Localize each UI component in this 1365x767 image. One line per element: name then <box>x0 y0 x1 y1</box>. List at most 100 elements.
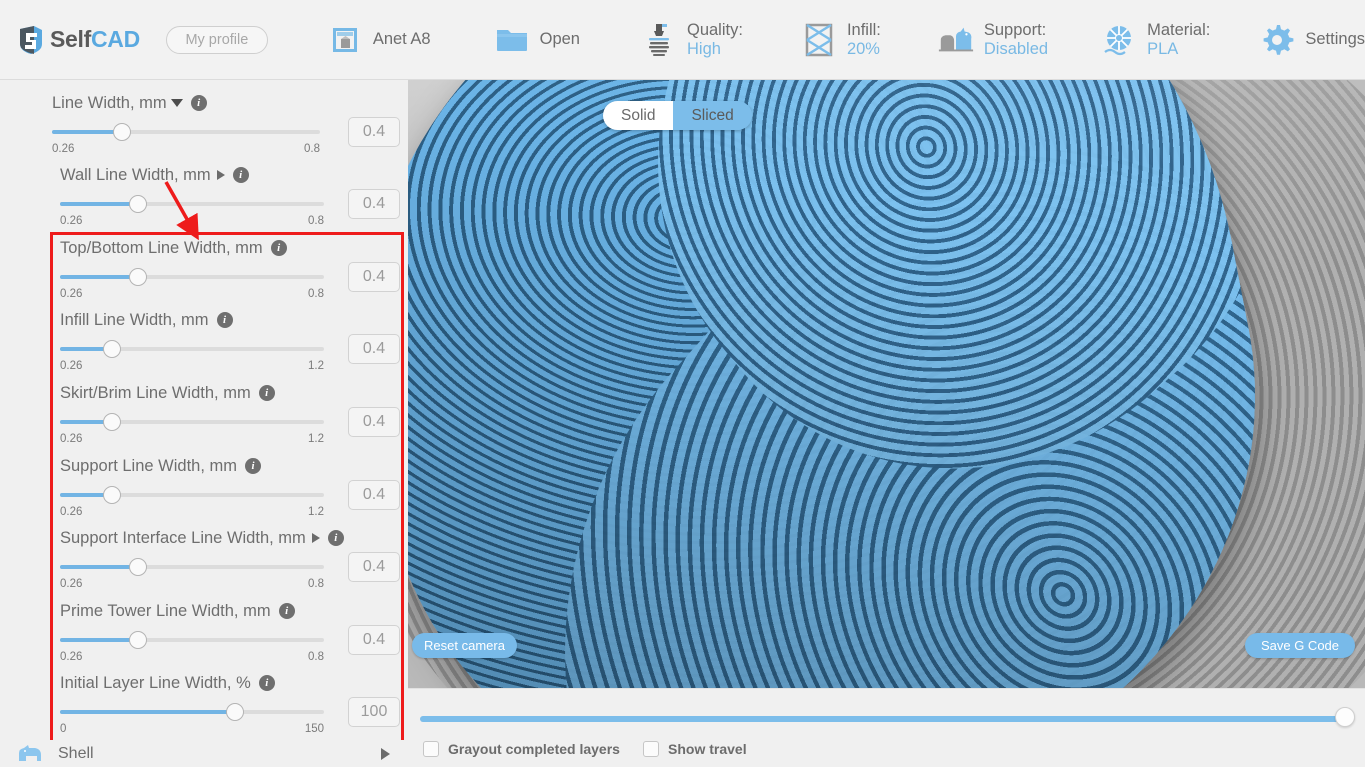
info-icon[interactable]: i <box>278 603 295 619</box>
info-icon[interactable]: i <box>270 240 287 256</box>
view-mode-solid[interactable]: Solid <box>603 101 674 130</box>
printer-selector[interactable]: Anet A8 <box>326 10 431 70</box>
view-mode-sliced[interactable]: Sliced <box>673 101 752 130</box>
slider-min-label: 0.26 <box>52 143 75 155</box>
info-icon[interactable]: i <box>232 167 249 183</box>
slider-handle[interactable] <box>129 631 147 649</box>
setting-value-input[interactable]: 0.4 <box>348 334 400 364</box>
my-profile-button[interactable]: My profile <box>165 25 268 54</box>
slider-handle[interactable] <box>103 486 121 504</box>
setting-top-bottom-line-width: Top/Bottom Line Width, mm i 0.26 0.8 0.4 <box>60 237 400 301</box>
slider-handle[interactable] <box>226 703 244 721</box>
sidebar-item-shell[interactable]: Shell <box>0 740 408 767</box>
infill-label: Infill: <box>846 21 881 40</box>
sliced-model[interactable] <box>408 80 1320 688</box>
slider-handle[interactable] <box>129 195 147 213</box>
open-label: Open <box>539 30 580 48</box>
shell-label: Shell <box>58 744 94 762</box>
setting-value-input[interactable]: 0.4 <box>348 189 400 219</box>
slider-handle[interactable] <box>103 340 121 358</box>
open-button[interactable]: Open <box>493 10 580 70</box>
settings-sidebar: Line Width, mm i 0.26 0.8 0.4 Wall Line … <box>0 80 408 767</box>
slider-max-label: 0.8 <box>304 143 320 155</box>
slider-min-label: 0.26 <box>60 651 83 663</box>
slider-fill <box>52 130 122 134</box>
chevron-right-icon[interactable] <box>216 170 225 180</box>
slider-min-label: 0.26 <box>60 215 83 227</box>
material-value: PLA <box>1147 39 1179 58</box>
slider-max-label: 0.8 <box>308 651 324 663</box>
setting-value-input[interactable]: 0.4 <box>348 625 400 655</box>
checkbox-box[interactable] <box>423 741 439 757</box>
setting-support-line-width: Support Line Width, mm i 0.26 1.2 0.4 <box>60 455 400 519</box>
checkbox-label: Grayout completed layers <box>448 741 620 757</box>
dog-icon <box>16 743 46 765</box>
layer-slider-fill <box>420 716 1345 722</box>
support-value: Disabled <box>983 39 1049 58</box>
slider-max-label: 0.8 <box>308 215 324 227</box>
slider-min-label: 0.26 <box>60 288 83 300</box>
slider-max-label: 0.8 <box>308 578 324 590</box>
slider-handle[interactable] <box>129 268 147 286</box>
bottom-bar: Grayout completed layers Show travel <box>408 688 1365 767</box>
slider-fill <box>60 202 138 206</box>
save-gcode-button[interactable]: Save G Code <box>1245 633 1355 658</box>
top-toolbar: SelfCAD My profile Anet A8 Open Quality:… <box>0 0 1365 80</box>
setting-prime-tower-line-width: Prime Tower Line Width, mm i 0.26 0.8 0.… <box>60 600 400 664</box>
slider-handle[interactable] <box>129 558 147 576</box>
setting-value-input[interactable]: 0.4 <box>348 552 400 582</box>
logo-text-self: Self <box>50 26 91 52</box>
3d-viewport[interactable] <box>408 80 1365 688</box>
slider-max-label: 150 <box>304 723 324 735</box>
slider-min-label: 0.26 <box>60 506 83 518</box>
quality-selector[interactable]: Quality: High <box>640 10 743 70</box>
support-selector[interactable]: Support: Disabled <box>937 10 1048 70</box>
slider-max-label: 1.2 <box>308 360 324 372</box>
setting-support-interface-line-width: Support Interface Line Width, mm i 0.26 … <box>60 527 400 591</box>
setting-value-input[interactable]: 0.4 <box>348 480 400 510</box>
info-icon[interactable]: i <box>327 530 344 546</box>
chevron-right-icon[interactable] <box>381 747 390 760</box>
view-mode-toggle: Solid Sliced <box>603 101 752 130</box>
material-icon <box>1100 21 1138 59</box>
setting-label: Line Width, mm <box>52 93 167 112</box>
grayout-completed-layers-checkbox[interactable]: Grayout completed layers <box>423 741 620 757</box>
logo-text-cad: CAD <box>90 26 140 52</box>
info-icon[interactable]: i <box>245 458 261 474</box>
setting-value-input[interactable]: 0.4 <box>348 407 400 437</box>
layer-slider[interactable] <box>420 707 1355 729</box>
settings-button[interactable]: Settings <box>1258 10 1365 70</box>
slider-fill <box>60 275 138 279</box>
app-logo[interactable]: SelfCAD <box>16 24 140 56</box>
reset-camera-button[interactable]: Reset camera <box>412 633 517 658</box>
setting-line-width: Line Width, mm i 0.26 0.8 0.4 <box>52 92 400 156</box>
show-travel-checkbox[interactable]: Show travel <box>643 741 747 757</box>
chevron-down-icon[interactable] <box>170 99 183 107</box>
checkbox-label: Show travel <box>668 741 747 757</box>
selfcad-slicer-window: SelfCAD My profile Anet A8 Open Quality:… <box>0 0 1365 767</box>
info-icon[interactable]: i <box>190 95 207 111</box>
slider-handle[interactable] <box>103 413 121 431</box>
support-icon <box>937 21 975 59</box>
quality-label: Quality: <box>687 21 743 40</box>
slider-handle[interactable] <box>113 123 131 141</box>
setting-label: Support Interface Line Width, mm <box>60 528 306 547</box>
layer-slider-handle[interactable] <box>1335 707 1355 727</box>
chevron-right-icon[interactable] <box>311 533 320 543</box>
infill-value: 20% <box>846 39 880 58</box>
info-icon[interactable]: i <box>258 385 275 401</box>
setting-label: Skirt/Brim Line Width, mm <box>60 383 251 402</box>
info-icon[interactable]: i <box>258 675 275 691</box>
checkbox-box[interactable] <box>643 741 659 757</box>
setting-label: Initial Layer Line Width, % <box>60 673 251 692</box>
printer-icon <box>326 21 364 59</box>
setting-label: Top/Bottom Line Width, mm <box>60 238 263 257</box>
setting-value-input[interactable]: 100 <box>348 697 400 727</box>
info-icon[interactable]: i <box>216 312 233 328</box>
setting-value-input[interactable]: 0.4 <box>348 117 400 147</box>
setting-value-input[interactable]: 0.4 <box>348 262 400 292</box>
setting-skirt-brim-line-width: Skirt/Brim Line Width, mm i 0.26 1.2 0.4 <box>60 382 400 446</box>
model-shading-overlay <box>408 80 1320 688</box>
infill-selector[interactable]: Infill: 20% <box>800 10 881 70</box>
material-selector[interactable]: Material: PLA <box>1100 10 1210 70</box>
